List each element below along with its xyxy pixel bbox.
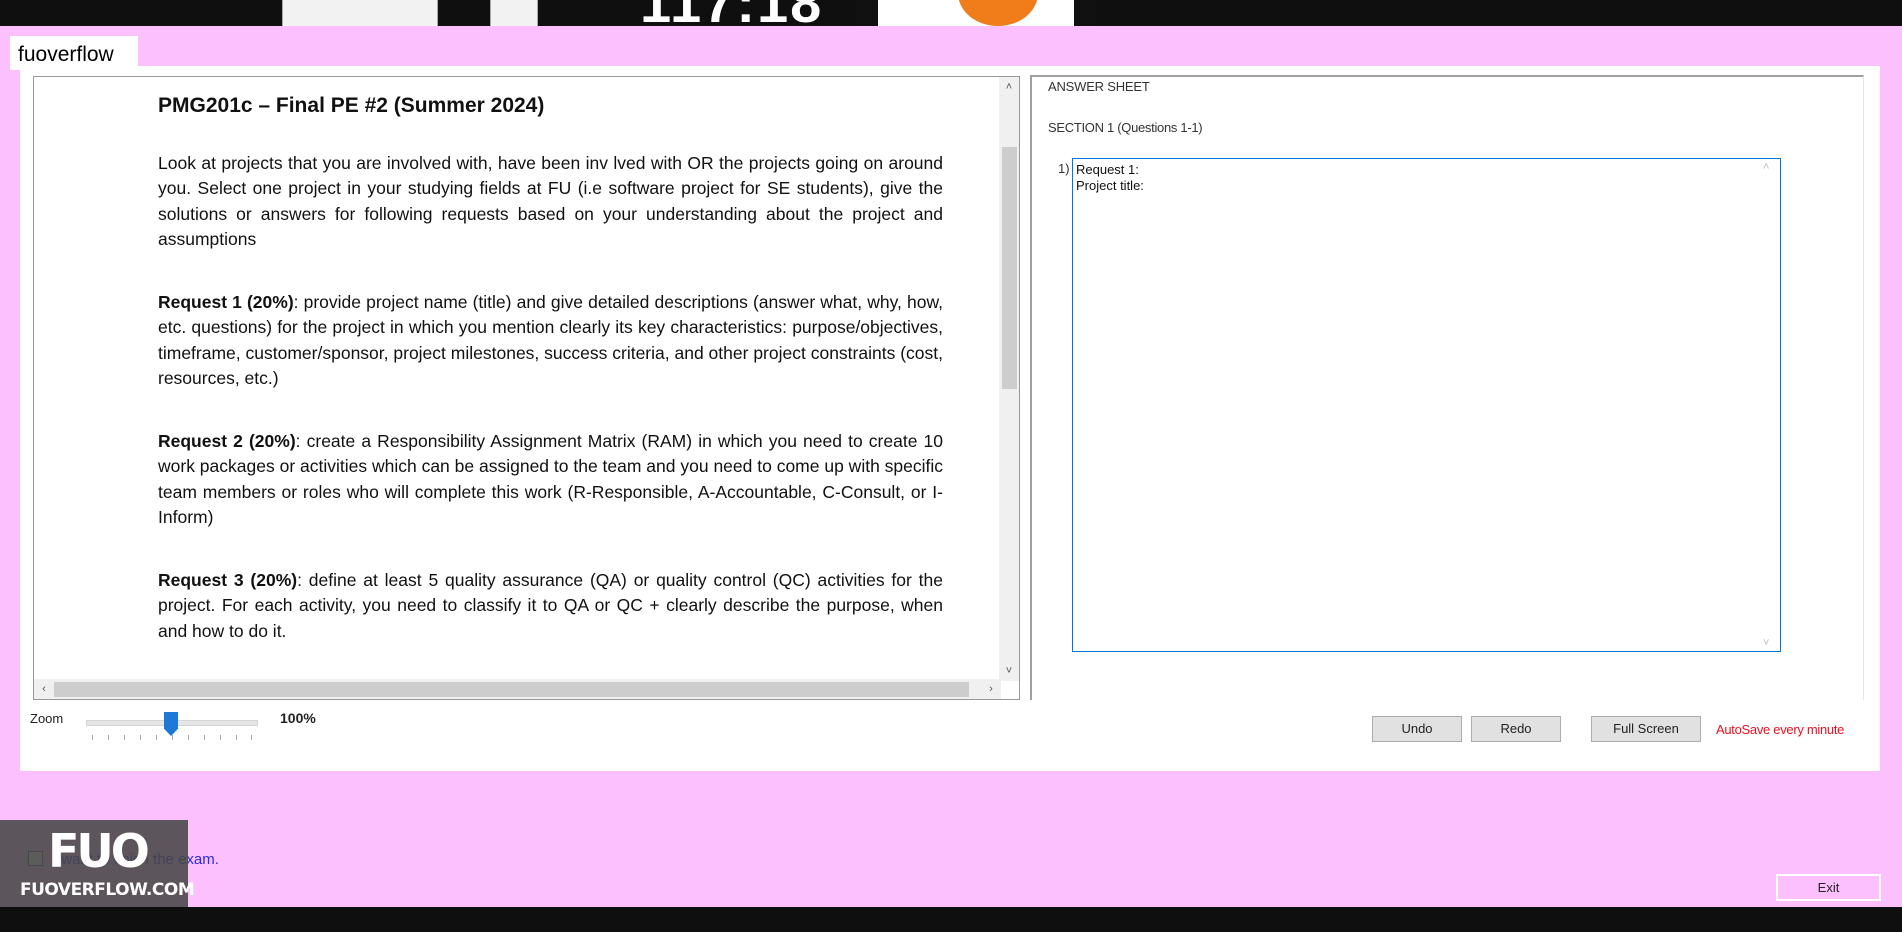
- scroll-down-icon[interactable]: ˅: [999, 661, 1019, 681]
- scroll-left-icon[interactable]: ‹: [34, 679, 54, 699]
- question-intro: Look at projects that you are involved w…: [158, 152, 943, 250]
- zoom-slider-ticks: [92, 735, 252, 741]
- exam-timer: 117:18: [640, 0, 823, 26]
- question-content: PMG201c – Final PE #2 (Summer 2024) Look…: [158, 93, 943, 681]
- section-label: SECTION 1 (Questions 1-1): [1048, 120, 1203, 135]
- header-small-control[interactable]: [490, 0, 538, 26]
- question-vertical-scrollbar[interactable]: ˄ ˅: [999, 77, 1019, 681]
- answer-sheet: ANSWER SHEET SECTION 1 (Questions 1-1) 1…: [1030, 75, 1864, 700]
- horizontal-scroll-thumb[interactable]: [54, 682, 969, 697]
- question-title: PMG201c – Final PE #2 (Summer 2024): [158, 94, 545, 117]
- autosave-notice: AutoSave every minute: [1716, 722, 1845, 737]
- scroll-up-icon[interactable]: ˄: [999, 77, 1019, 97]
- request-3: Request 3 (20%): define at least 5 quali…: [158, 568, 943, 645]
- zoom-value: 100%: [280, 710, 316, 726]
- header-image: [856, 0, 1096, 26]
- zoom-label: Zoom: [30, 711, 64, 726]
- answer-scrollbar[interactable]: ˄ ˅: [1757, 159, 1779, 651]
- undo-button[interactable]: Undo: [1372, 716, 1462, 742]
- full-screen-button[interactable]: Full Screen: [1591, 716, 1701, 742]
- fuoverflow-logo: FUO FUOVERFLOW.COM: [0, 820, 195, 907]
- logo-mark: FUO: [48, 824, 150, 878]
- answer-sheet-label: ANSWER SHEET: [1048, 79, 1150, 94]
- exit-button[interactable]: Exit: [1776, 874, 1881, 901]
- exam-header-bar: 117:18: [0, 0, 1902, 26]
- watermark-tab: fuoverflow: [10, 36, 138, 70]
- question-horizontal-scrollbar[interactable]: ‹ ›: [34, 679, 1001, 699]
- vertical-scroll-thumb[interactable]: [1002, 147, 1017, 389]
- watermark-tab-label: fuoverflow: [18, 43, 114, 66]
- question-viewer[interactable]: PMG201c – Final PE #2 (Summer 2024) Look…: [33, 76, 1020, 700]
- answer-textarea[interactable]: [1072, 158, 1781, 652]
- request-3-label: Request 3 (20%): [158, 569, 298, 590]
- request-2: Request 2 (20%): create a Responsibility…: [158, 429, 943, 531]
- request-2-label: Request 2 (20%): [158, 430, 296, 451]
- bottom-bar: [0, 907, 1902, 932]
- redo-button[interactable]: Redo: [1471, 716, 1561, 742]
- header-orange-shape: [958, 0, 1038, 26]
- scroll-right-icon[interactable]: ›: [981, 679, 1001, 699]
- question-number: 1): [1058, 161, 1070, 176]
- logo-site: FUOVERFLOW.COM: [20, 880, 195, 900]
- request-1-label: Request 1 (20%): [158, 291, 294, 312]
- answer-scroll-down-icon[interactable]: ˅: [1763, 637, 1769, 649]
- request-1: Request 1 (20%): provide project name (t…: [158, 290, 943, 392]
- answer-scroll-up-icon[interactable]: ˄: [1763, 161, 1769, 173]
- header-dropdown[interactable]: [282, 0, 438, 26]
